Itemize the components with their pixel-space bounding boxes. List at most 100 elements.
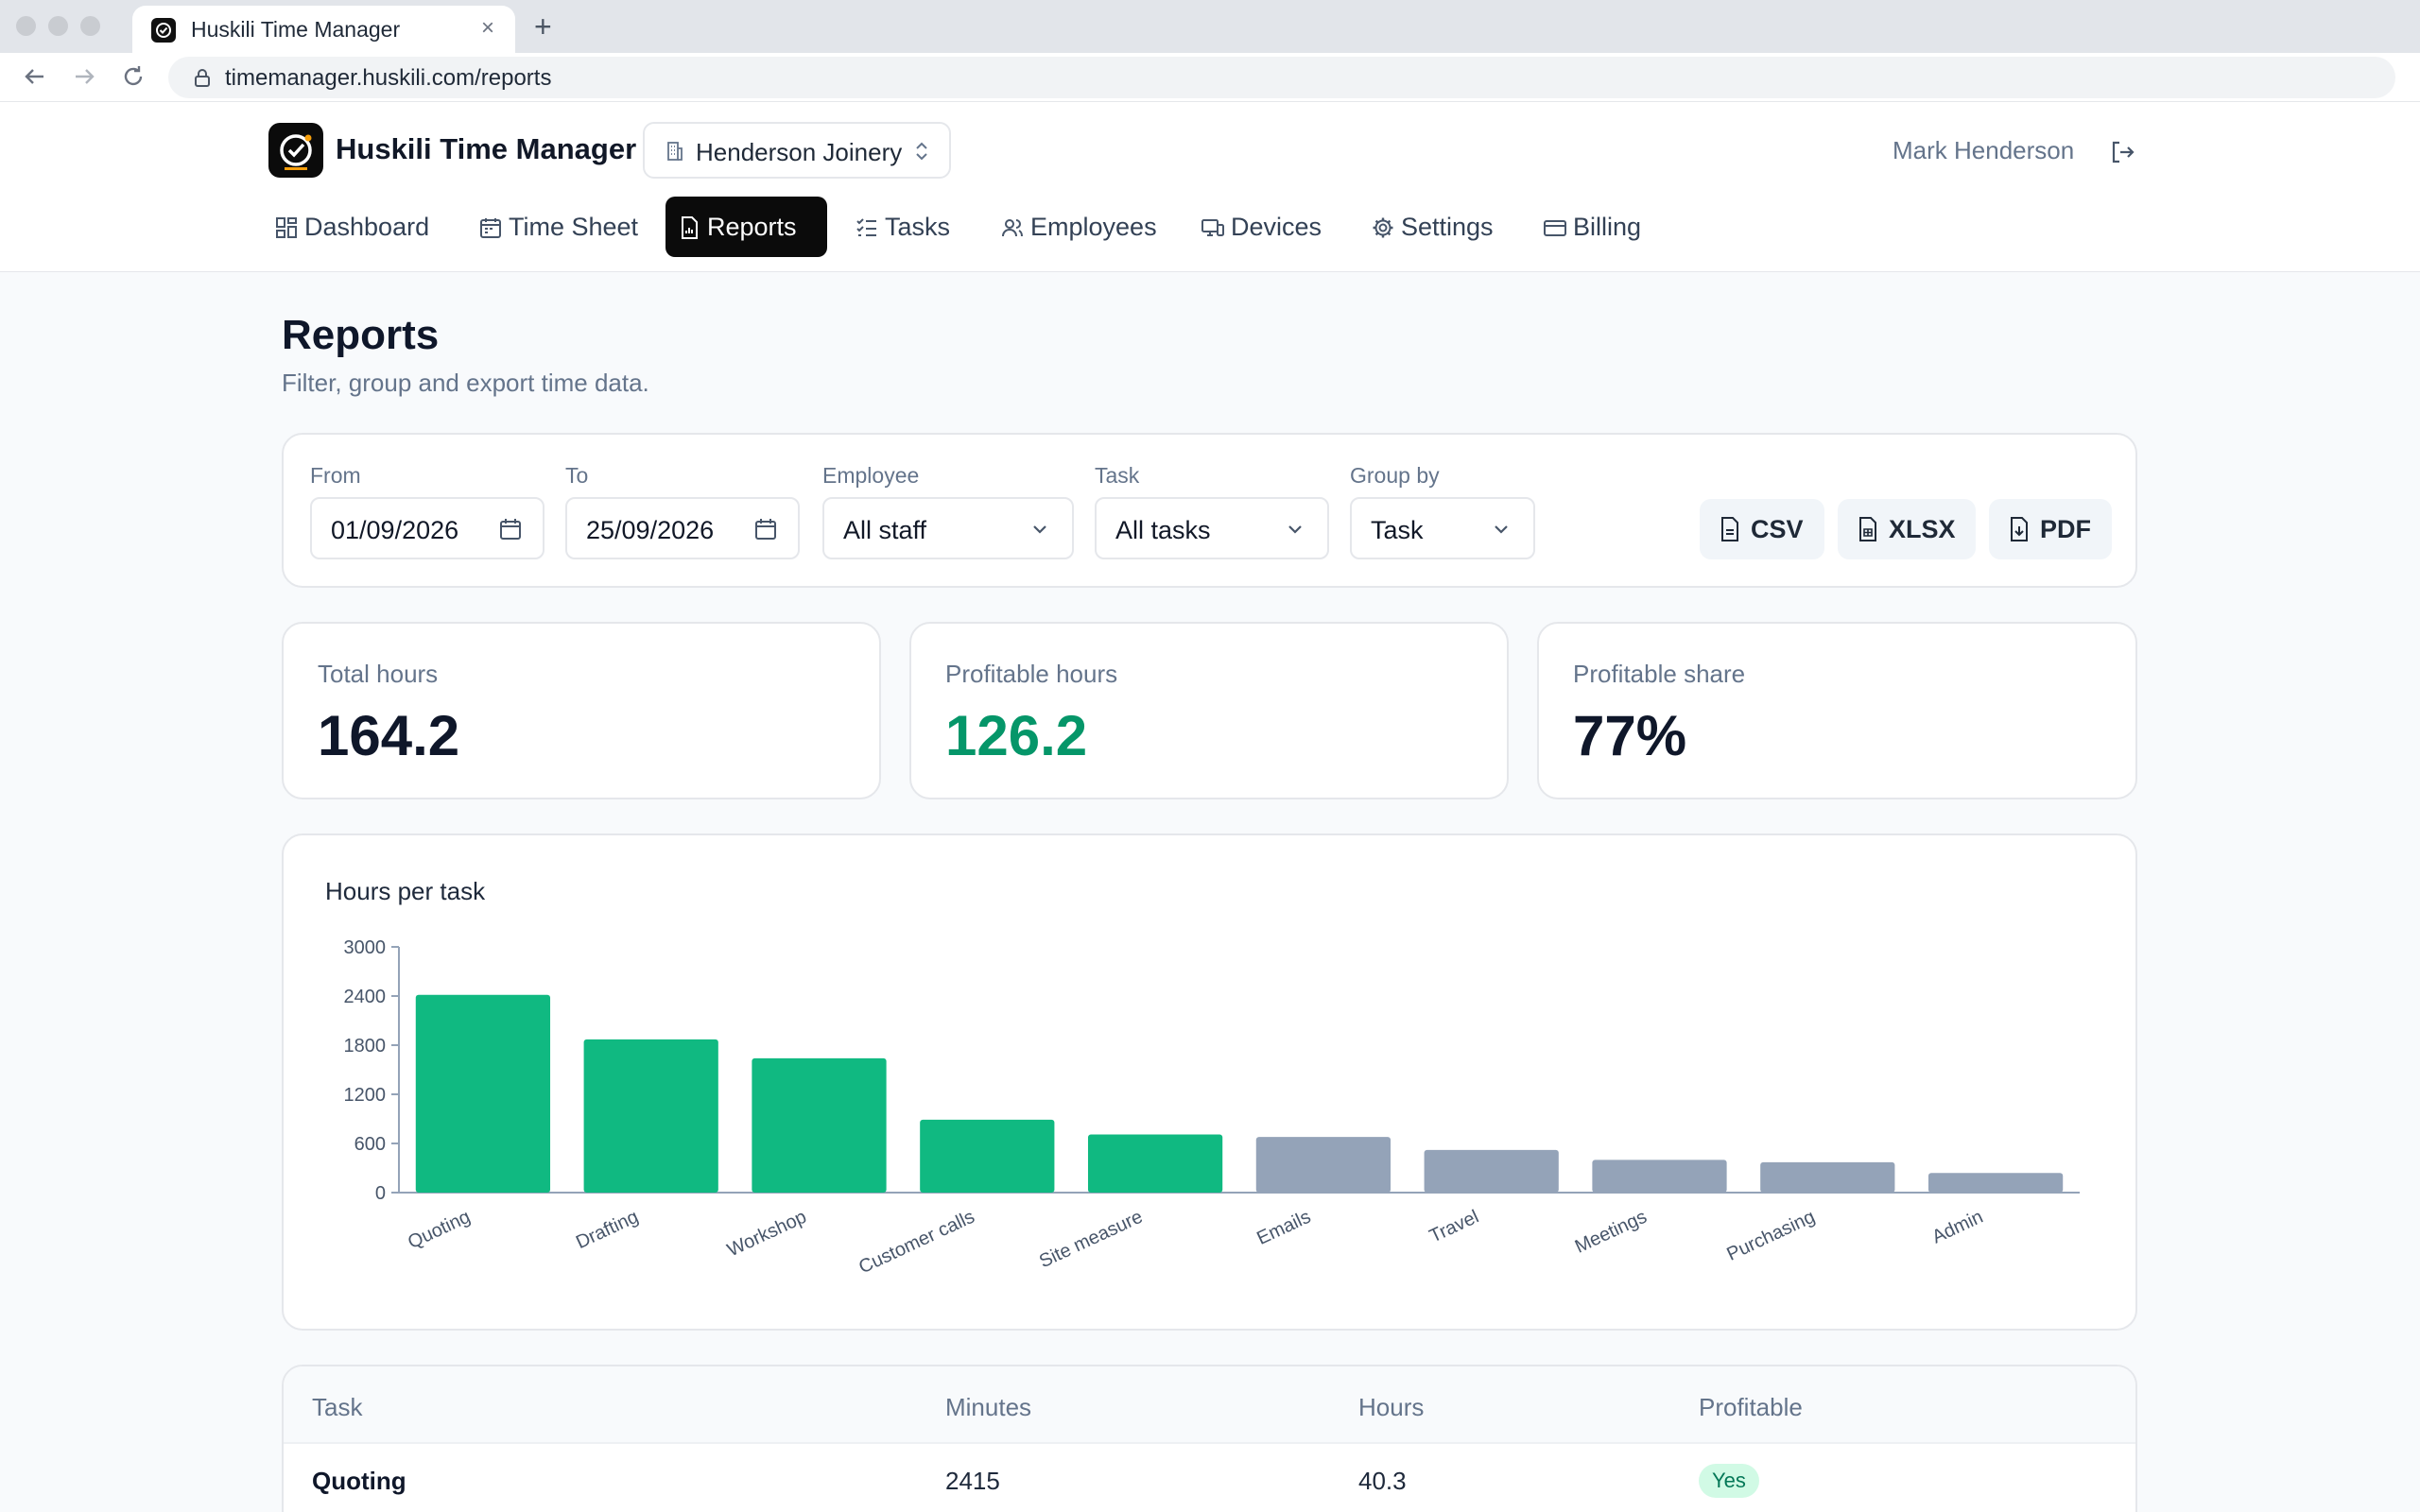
tab-time-sheet[interactable]: Time Sheet xyxy=(467,197,647,257)
gear-icon xyxy=(1373,217,1393,238)
logo-icon[interactable] xyxy=(268,123,323,178)
tab-dashboard[interactable]: Dashboard xyxy=(263,197,444,257)
users-icon xyxy=(1002,219,1023,237)
browser-tab-title: Huskili Time Manager xyxy=(191,17,401,42)
favicon-icon xyxy=(151,18,176,43)
x-tick-label: Drafting xyxy=(573,1207,642,1254)
back-icon[interactable] xyxy=(21,62,49,91)
tab-label: Devices xyxy=(1231,213,1322,241)
employee-select[interactable]: All staff xyxy=(822,497,1074,559)
task-select[interactable]: All tasks xyxy=(1095,497,1329,559)
tab-close-icon[interactable]: × xyxy=(481,15,494,42)
from-date-value: 01/09/2026 xyxy=(331,516,459,544)
page-title: Reports xyxy=(282,312,440,358)
x-tick-label: Quoting xyxy=(405,1207,474,1254)
export-pdf-button[interactable]: PDF xyxy=(1989,499,2112,559)
export-xlsx-button[interactable]: XLSX xyxy=(1838,499,1976,559)
x-tick-label: Purchasing xyxy=(1723,1207,1818,1265)
export-csv-label: CSV xyxy=(1751,515,1804,543)
chevron-updown-icon xyxy=(916,142,927,161)
cell-minutes: 2415 xyxy=(945,1467,1000,1495)
tab-label: Billing xyxy=(1573,213,1642,241)
page-subtitle: Filter, group and export time data. xyxy=(282,369,649,397)
to-label: To xyxy=(565,463,589,488)
filters-card: From 01/09/2026 To 25/09/2026 Employee A… xyxy=(282,433,2137,588)
bar-travel xyxy=(1424,1149,1559,1193)
column-header-minutes[interactable]: Minutes xyxy=(945,1393,1031,1422)
dashboard-icon xyxy=(276,217,297,238)
profitable-share-card: Profitable share 77% xyxy=(1537,622,2137,799)
calendar-icon[interactable] xyxy=(497,516,524,542)
bar-emails xyxy=(1255,1137,1392,1193)
group-by-select[interactable]: Task xyxy=(1350,497,1535,559)
file-icon xyxy=(1721,517,1738,541)
window-close-dot[interactable] xyxy=(16,16,36,36)
logout-icon[interactable] xyxy=(2108,138,2136,166)
group-by-value: Task xyxy=(1371,516,1424,544)
new-tab-icon[interactable]: + xyxy=(534,9,552,44)
tab-billing[interactable]: Billing xyxy=(1531,197,1673,257)
export-csv-button[interactable]: CSV xyxy=(1700,499,1824,559)
x-tick-label: Emails xyxy=(1253,1207,1314,1249)
browser-tab[interactable]: Huskili Time Manager × xyxy=(132,6,515,53)
url-text: timemanager.huskili.com/reports xyxy=(225,65,552,91)
window-minimize-dot[interactable] xyxy=(48,16,68,36)
lock-icon xyxy=(195,69,210,87)
to-date-value: 25/09/2026 xyxy=(586,516,715,544)
x-tick-label: Workshop xyxy=(724,1207,810,1262)
task-label: Task xyxy=(1095,463,1140,488)
divider xyxy=(284,1442,2135,1444)
x-tick-label: Customer calls xyxy=(856,1207,977,1279)
browser-tab-bar: Huskili Time Manager × + xyxy=(0,0,2420,53)
report-table: Task Minutes Hours Profitable Quoting 24… xyxy=(282,1365,2137,1512)
chevron-down-icon xyxy=(1288,525,1302,534)
user-name: Mark Henderson xyxy=(1893,136,2075,164)
column-header-profitable[interactable]: Profitable xyxy=(1699,1393,1803,1422)
calendar-icon[interactable] xyxy=(752,516,779,542)
stat-value: 77% xyxy=(1573,704,1687,767)
address-bar[interactable]: timemanager.huskili.com/reports xyxy=(168,57,2395,98)
tab-devices[interactable]: Devices xyxy=(1189,197,1340,257)
tab-reports[interactable]: Reports xyxy=(666,197,827,257)
profitable-badge: Yes xyxy=(1699,1464,1759,1498)
tab-label: Reports xyxy=(707,213,797,241)
organization-select[interactable]: Henderson Joinery xyxy=(643,122,951,179)
tab-label: Tasks xyxy=(885,213,951,241)
employee-label: Employee xyxy=(822,463,920,488)
brand-name: Huskili Time Manager xyxy=(336,132,637,165)
from-date-input[interactable]: 01/09/2026 xyxy=(310,497,544,559)
y-tick-label: 1800 xyxy=(344,1036,387,1057)
from-label: From xyxy=(310,463,361,488)
report-icon xyxy=(682,216,698,239)
bar-customer-calls xyxy=(920,1119,1055,1193)
stat-label: Profitable hours xyxy=(945,660,1118,688)
tab-label: Settings xyxy=(1401,213,1494,241)
stat-value: 164.2 xyxy=(318,704,460,767)
to-date-input[interactable]: 25/09/2026 xyxy=(565,497,800,559)
card-icon xyxy=(1544,220,1566,236)
export-pdf-label: PDF xyxy=(2040,515,2091,543)
x-tick-label: Meetings xyxy=(1572,1207,1651,1258)
reload-icon[interactable] xyxy=(119,62,147,91)
bar-admin xyxy=(1927,1173,2064,1193)
forward-icon[interactable] xyxy=(70,62,98,91)
bar-drafting xyxy=(583,1039,718,1193)
y-tick-label: 2400 xyxy=(344,987,387,1007)
y-tick-label: 600 xyxy=(354,1134,386,1155)
tab-settings[interactable]: Settings xyxy=(1359,197,1511,257)
column-header-task[interactable]: Task xyxy=(312,1393,362,1422)
x-tick-label: Site measure xyxy=(1036,1207,1146,1273)
bar-workshop xyxy=(752,1057,887,1193)
export-xlsx-label: XLSX xyxy=(1889,515,1956,543)
chevron-down-icon xyxy=(1033,525,1046,534)
tab-tasks[interactable]: Tasks xyxy=(843,197,966,257)
y-tick-label: 1200 xyxy=(344,1085,387,1106)
task-value: All tasks xyxy=(1115,516,1211,544)
y-tick-label: 0 xyxy=(375,1183,386,1204)
x-tick-label: Admin xyxy=(1929,1207,1987,1248)
column-header-hours[interactable]: Hours xyxy=(1358,1393,1424,1422)
stat-label: Profitable share xyxy=(1573,660,1746,688)
building-icon xyxy=(667,142,683,161)
window-maximize-dot[interactable] xyxy=(80,16,100,36)
tab-employees[interactable]: Employees xyxy=(989,197,1168,257)
